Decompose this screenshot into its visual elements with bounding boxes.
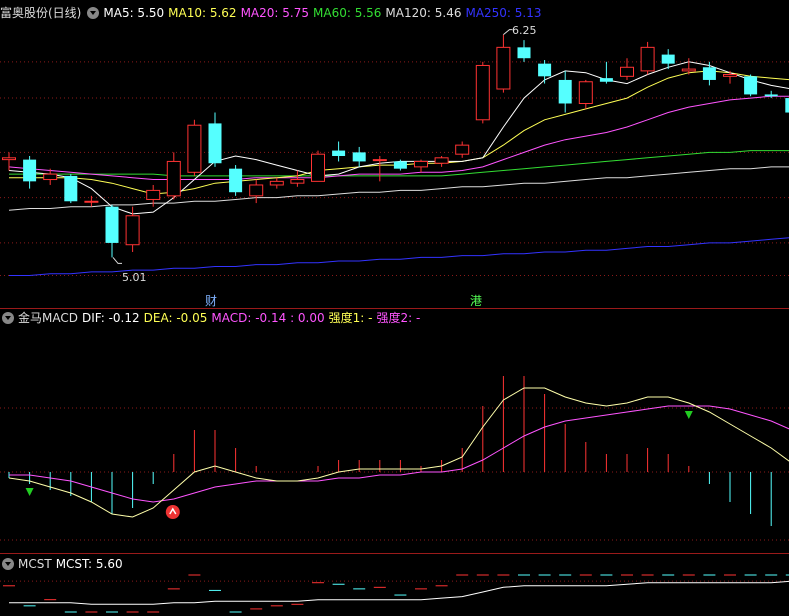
- candle-body-down: [64, 175, 78, 202]
- candle-body-down: [23, 159, 37, 182]
- candle-body-up: [640, 46, 655, 72]
- candle-body-up: [2, 157, 16, 161]
- candle-body-down: [764, 94, 778, 97]
- candle-body-down: [208, 123, 222, 164]
- candle-body-up: [434, 157, 449, 164]
- event-marker-cai[interactable]: 财: [205, 292, 217, 309]
- macd-legend-3: 强度1: -: [328, 311, 373, 325]
- candle-body-down: [744, 76, 758, 95]
- candle-body-up: [269, 180, 284, 186]
- ma-legend-5: MA250: 5.13: [465, 6, 542, 20]
- macd-legend-0: DIF: -0.12: [81, 311, 140, 325]
- candle-body-down: [352, 152, 366, 162]
- candle-body-down: [105, 206, 119, 243]
- low-price-label: 5.01: [122, 271, 147, 284]
- candle-body-up: [146, 189, 161, 200]
- mcst-pane-header: MCST MCST: 5.60: [0, 555, 131, 573]
- candle-body-down: [702, 67, 716, 80]
- candle-body-down: [229, 168, 243, 193]
- main-pane-header: 富奥股份(日线) MA5: 5.50 MA10: 5.62 MA20: 5.75 MA6…: [0, 4, 550, 22]
- ma5-line: [8, 61, 789, 215]
- mcst-title[interactable]: MCST: [18, 557, 52, 571]
- macd-legend-2: MACD: -0.14 : 0.00: [211, 311, 325, 325]
- candle-body-up: [496, 46, 511, 90]
- low-price-pointer: [112, 257, 122, 264]
- dea-line: [9, 405, 789, 503]
- candle-body-down: [538, 63, 552, 77]
- mcst-legend-0: MCST: 5.60: [55, 557, 123, 571]
- event-marker-gang[interactable]: 港: [470, 292, 482, 309]
- buy-signal-badge: [165, 505, 180, 519]
- candle-body-up: [166, 160, 181, 197]
- candle-body-down: [393, 161, 407, 169]
- candle-body-down: [661, 54, 675, 64]
- ma-legend-3: MA60: 5.56: [313, 6, 382, 20]
- candle-body-up: [723, 74, 737, 77]
- candle-body-up: [681, 68, 696, 72]
- stock-chart-canvas[interactable]: [0, 0, 789, 616]
- candle-body-up: [84, 200, 99, 203]
- macd-pane-header: 金马MACD DIF: -0.12 DEA: -0.05 MACD: -0.14 : …: [0, 309, 428, 327]
- mcst-line: [9, 580, 789, 605]
- candle-body-up: [578, 81, 593, 104]
- candle-body-up: [187, 124, 202, 173]
- candle-body-up: [290, 179, 305, 184]
- candle-body-down: [599, 78, 613, 82]
- candle-body-up: [372, 159, 387, 162]
- macd-title[interactable]: 金马MACD: [18, 311, 78, 325]
- candle-body-down: [517, 47, 531, 59]
- ma-legend-1: MA10: 5.62: [168, 6, 237, 20]
- candle-body-down: [332, 150, 346, 156]
- candle-body-up: [125, 215, 140, 246]
- candle-body-up: [455, 144, 470, 155]
- candle-body-up: [414, 160, 428, 168]
- candle-body-down: [558, 79, 572, 104]
- candle-body-up: [43, 173, 58, 181]
- indicator-menu-icon[interactable]: [2, 557, 14, 570]
- ma-legend-4: MA120: 5.46: [385, 6, 462, 20]
- indicator-menu-icon[interactable]: [2, 311, 14, 324]
- macd-legend-1: DEA: -0.05: [143, 311, 208, 325]
- ma-legend-0: MA5: 5.50: [103, 6, 165, 20]
- ma120-line: [8, 166, 789, 211]
- dif-line: [8, 387, 789, 518]
- candle-body-up: [249, 184, 264, 197]
- candle-body-up: [311, 153, 325, 182]
- ma-legend-2: MA20: 5.75: [240, 6, 309, 20]
- macd-legend-4: 强度2: -: [376, 311, 421, 325]
- candle-body-down: [785, 98, 789, 113]
- sell-signal-arrow: [25, 488, 34, 496]
- sell-signal-arrow: [684, 411, 693, 419]
- main-title[interactable]: 富奥股份(日线): [0, 6, 81, 20]
- indicator-menu-icon[interactable]: [87, 6, 100, 19]
- high-price-label: 6.25: [512, 24, 537, 37]
- candle-body-up: [475, 64, 490, 121]
- candle-body-up: [620, 66, 634, 77]
